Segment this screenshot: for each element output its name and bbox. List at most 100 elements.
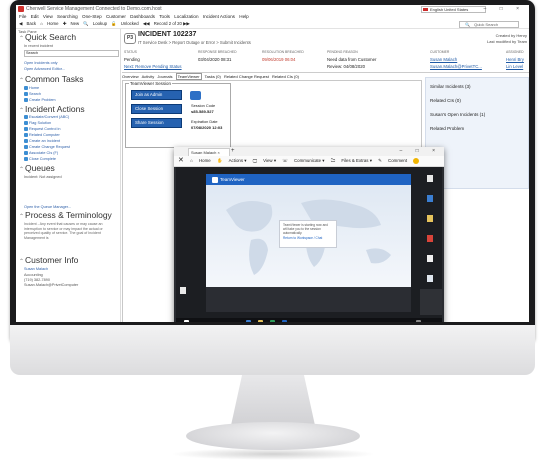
- team-link[interactable]: Lin Level: [506, 64, 523, 69]
- next-step-link[interactable]: Next: Remove Pending Status: [124, 64, 182, 69]
- remote-home-label: Home: [198, 158, 211, 163]
- teamviewer-mark-icon: [212, 176, 218, 183]
- action-related-computer[interactable]: Related Computer: [24, 133, 60, 137]
- quick-search-input[interactable]: 🔍 Quick Search: [459, 21, 519, 28]
- col-pending: PENDING REASON: [327, 50, 358, 54]
- remote-home-button[interactable]: ⌂ Home: [190, 158, 211, 163]
- taskbar-tray-icon[interactable]: [416, 320, 421, 322]
- taskbar-folder-icon[interactable]: [258, 320, 263, 322]
- home-label: Home: [47, 21, 59, 26]
- close-session-button[interactable]: Close Session: [131, 104, 182, 114]
- remote-window-controls[interactable]: – □ ×: [400, 147, 442, 156]
- similar-incidents-link[interactable]: Similar Incidents (3): [430, 84, 471, 89]
- menu-view[interactable]: View: [43, 14, 53, 19]
- share-session-button[interactable]: Share Session: [131, 118, 182, 128]
- taskbar-teamviewer-icon[interactable]: [282, 320, 287, 322]
- remote-files-button[interactable]: 🗀 Files & Extras ▾: [331, 158, 372, 163]
- advanced-editor-link[interactable]: Open Advanced Editor...: [24, 67, 65, 71]
- add-tab-icon[interactable]: +: [231, 147, 235, 156]
- action-escalate[interactable]: Escalate/Convert (ABC): [24, 115, 69, 119]
- common-tasks-header[interactable]: ⌃Common Tasks: [19, 74, 83, 84]
- action-close-complete[interactable]: Close Complete: [24, 157, 56, 161]
- customer-email-link[interactable]: Susan.Malach@PrivetTC...: [430, 64, 482, 69]
- action-request-control[interactable]: Request Control in: [24, 127, 60, 131]
- desktop-icon-docs[interactable]: [427, 215, 433, 222]
- lock-button[interactable]: 🔓 Unlocked: [111, 21, 138, 26]
- lookup-label: Lookup: [92, 21, 107, 26]
- new-button[interactable]: ✚ New: [63, 21, 79, 26]
- menu-localization[interactable]: Localization: [174, 14, 198, 19]
- join-as-admin-button[interactable]: Join as Admin: [131, 90, 182, 100]
- desktop-icon-left[interactable]: [180, 287, 186, 294]
- action-flag-solution[interactable]: Flag Solution: [24, 121, 51, 125]
- remote-actions-button[interactable]: ✋ Actions ▾: [217, 158, 247, 163]
- menu-file[interactable]: File: [19, 14, 26, 19]
- customer-info-name[interactable]: Susan Malach: [24, 267, 48, 271]
- quick-search-title: Quick Search: [25, 32, 77, 42]
- incident-actions-header[interactable]: ⌃Incident Actions: [19, 104, 85, 114]
- open-incidents-option[interactable]: Open Incidents only: [24, 61, 58, 65]
- related-problem-link[interactable]: Related Problem: [430, 126, 464, 131]
- customer-info-header[interactable]: ⌃Customer Info: [19, 255, 78, 265]
- close-x-icon[interactable]: ✕: [178, 157, 184, 164]
- common-task-search[interactable]: Search: [24, 92, 41, 96]
- window-controls[interactable]: – □ ×: [484, 5, 526, 13]
- menu-help[interactable]: Help: [239, 14, 248, 19]
- record-nav[interactable]: ◀◀ Record 2 of 20 ▶▶: [143, 21, 190, 26]
- remote-communicate-button[interactable]: ☏ Communicate ▾: [282, 158, 324, 163]
- home-button[interactable]: ⌂ Home: [40, 21, 58, 26]
- desktop-icon-files[interactable]: [427, 195, 433, 202]
- action-create-incident[interactable]: Create an Incident: [24, 139, 60, 143]
- connecting-dialog-link[interactable]: Return to Workspace / Chat: [283, 236, 333, 240]
- remote-view-button[interactable]: 🖵 View ▾: [253, 158, 276, 163]
- taskbar-chrome-icon[interactable]: [270, 320, 275, 322]
- remote-comment-button[interactable]: ✎ Comment: [378, 158, 407, 163]
- desktop-icon-pdf[interactable]: [427, 235, 433, 242]
- lookup-button[interactable]: 🔍 Lookup: [83, 21, 107, 26]
- menu-searching[interactable]: Searching: [57, 14, 78, 19]
- monitor-stand-base: [186, 422, 360, 450]
- assigned-link[interactable]: Henri Bry: [506, 57, 524, 62]
- menu-customer[interactable]: Customer: [106, 14, 126, 19]
- desktop-icon-recycle[interactable]: [427, 175, 433, 182]
- tab-related-change[interactable]: Related Change Request: [224, 74, 269, 79]
- priority-badge: P3: [124, 33, 136, 44]
- link-icon: [24, 151, 28, 155]
- desktop-icon-notes[interactable]: [427, 255, 433, 262]
- common-task-create-problem-label: Create Problem: [29, 98, 56, 102]
- process-header[interactable]: ⌃Process & Terminology: [19, 210, 112, 220]
- notification-popup: [420, 289, 442, 315]
- menu-incident-actions[interactable]: Incident Actions: [203, 14, 235, 19]
- menu-dashboards[interactable]: Dashboards: [130, 14, 155, 19]
- quick-search-field[interactable]: Search: [24, 50, 119, 57]
- back-button[interactable]: ◀ Back: [19, 21, 36, 26]
- tab-tasks[interactable]: Tasks (0): [205, 74, 221, 79]
- tab-journals[interactable]: Journals: [157, 74, 172, 79]
- tab-activity[interactable]: Activity: [142, 74, 155, 79]
- customer-link[interactable]: Susan Malach: [430, 57, 457, 62]
- action-associate-cis-label: Associate CIs (F): [29, 151, 59, 155]
- queues-header[interactable]: ⌃Queues: [19, 163, 55, 173]
- menu-tools[interactable]: Tools: [159, 14, 170, 19]
- process-text: Incident - Any event that causes or may …: [24, 222, 103, 240]
- menu-edit[interactable]: Edit: [31, 14, 39, 19]
- common-task-search-label: Search: [29, 92, 42, 96]
- desktop-icon-chrome[interactable]: [427, 275, 433, 282]
- tab-overview[interactable]: Overview: [122, 74, 139, 79]
- language-selector[interactable]: English United States: [421, 6, 486, 13]
- common-task-home[interactable]: Home: [24, 86, 39, 90]
- queue-manager-link[interactable]: Open the Queue Manager...: [24, 205, 71, 209]
- taskbar-app-icon[interactable]: [246, 320, 251, 322]
- open-incidents-link[interactable]: Susan's Open Incidents (1): [430, 112, 485, 117]
- action-create-change[interactable]: Create Change Request: [24, 145, 70, 149]
- tab-related-cis[interactable]: Related CIs (0): [272, 74, 299, 79]
- related-cis-link[interactable]: Related CIs (0): [430, 98, 461, 103]
- smiley-icon[interactable]: [413, 157, 420, 164]
- common-task-create-problem[interactable]: Create Problem: [24, 98, 56, 102]
- start-icon[interactable]: [184, 320, 189, 322]
- action-associate-cis[interactable]: Associate CIs (F): [24, 151, 58, 155]
- quick-search-section-header[interactable]: ⌃Quick Search: [19, 32, 76, 42]
- chevron-up-icon: ⌃: [19, 78, 25, 84]
- tab-teamviewer[interactable]: TeamViewer: [175, 73, 202, 80]
- menu-one-step[interactable]: One-Step: [82, 14, 102, 19]
